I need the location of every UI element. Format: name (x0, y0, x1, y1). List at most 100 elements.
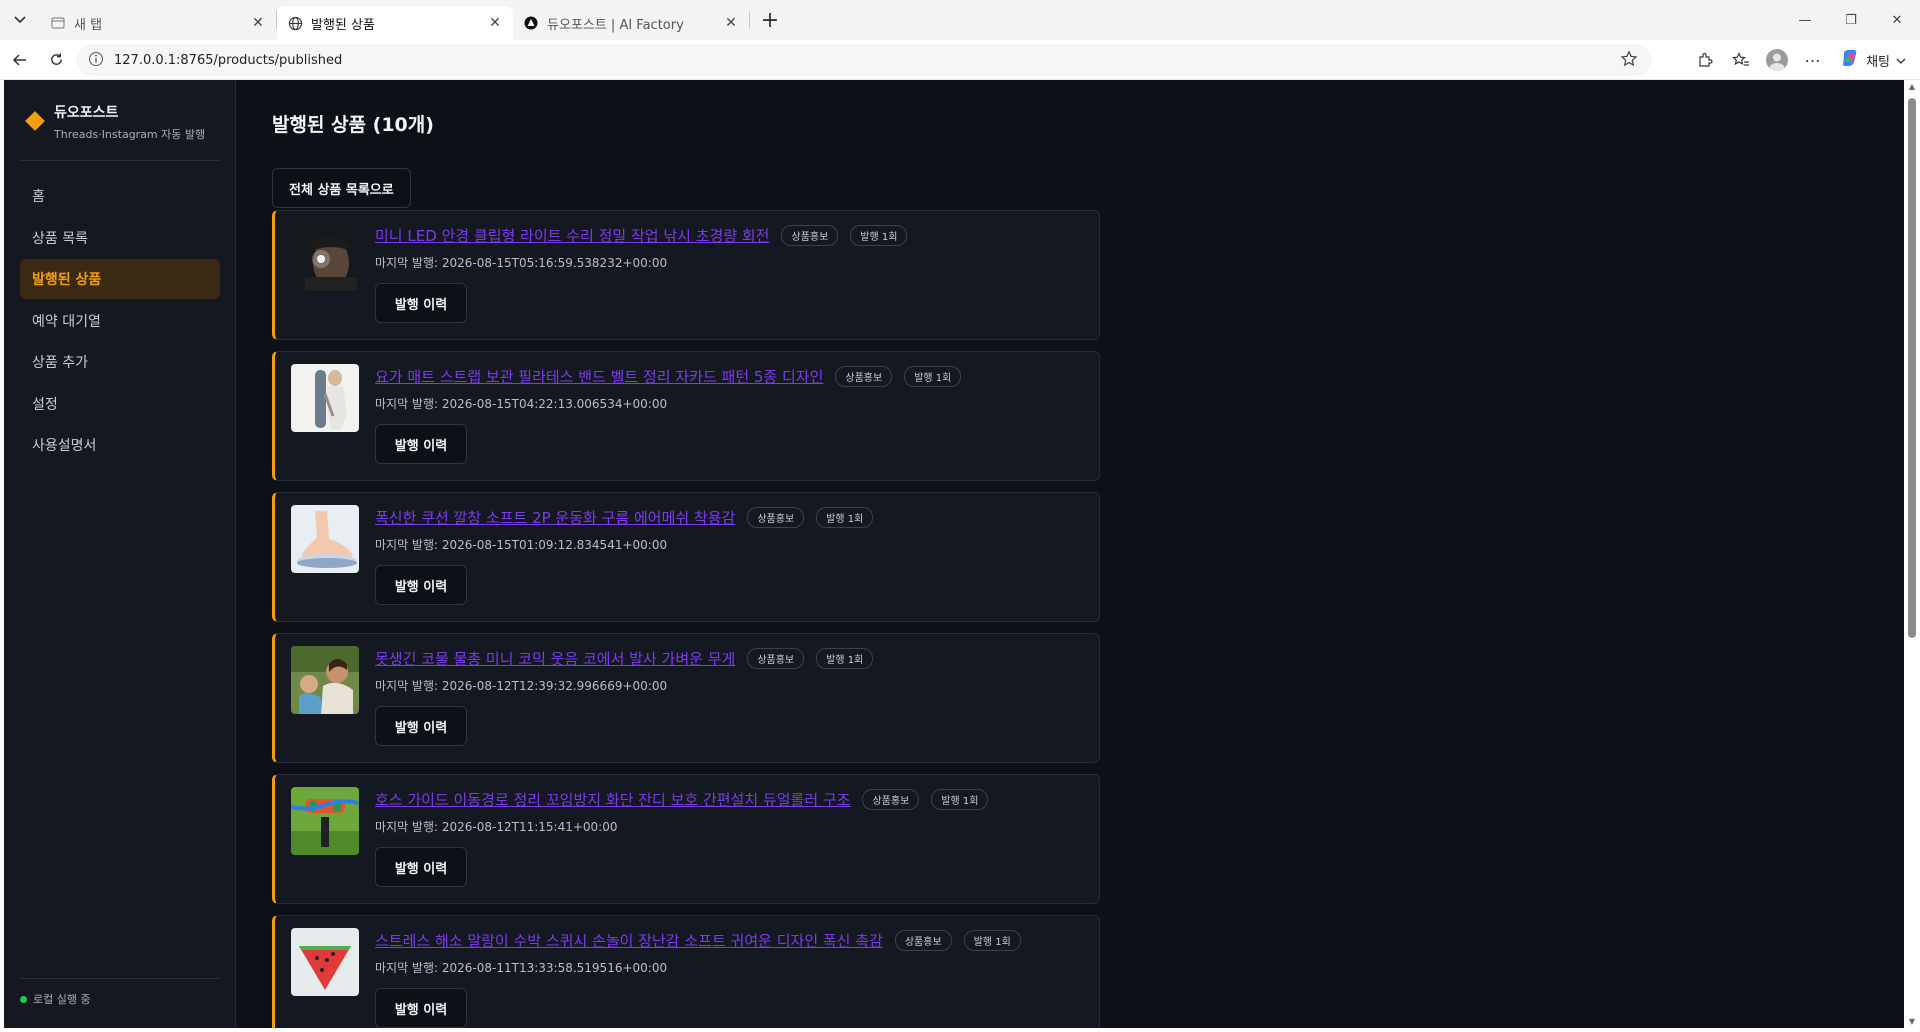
reload-icon[interactable] (38, 44, 74, 76)
sidebar-divider (20, 160, 220, 161)
last-published: 마지막 발행: 2026-08-15T01:09:12.834541+00:00 (375, 536, 1083, 553)
tag-badge: 상품홍보 (781, 225, 839, 246)
nav-home[interactable]: 홈 (20, 176, 220, 216)
close-window-icon[interactable]: ✕ (1874, 0, 1920, 40)
last-published-value: 2026-08-12T11:15:41+00:00 (441, 820, 618, 834)
product-card: 호스 가이드 이동경로 정리 꼬임방지 화단 잔디 보호 간편설치 듀얼롤러 구… (272, 774, 1100, 904)
url-text[interactable]: 127.0.0.1:8765/products/published (114, 53, 1620, 68)
back-arrow-icon[interactable] (2, 44, 38, 76)
page-title: 발행된 상품 (10개) (272, 114, 434, 136)
brand[interactable]: 듀오포스트 Threads·Instagram 자동 발행 (22, 102, 205, 142)
close-tab-icon[interactable]: ✕ (250, 15, 266, 31)
last-published-label: 마지막 발행: (375, 397, 442, 411)
back-to-products-button[interactable]: 전체 상품 목록으로 (272, 168, 411, 208)
nav-manual[interactable]: 사용설명서 (20, 425, 220, 465)
last-published: 마지막 발행: 2026-08-12T11:15:41+00:00 (375, 818, 1083, 835)
tab-title: 듀오포스트 | AI Factory (547, 17, 684, 33)
last-published: 마지막 발행: 2026-08-15T05:16:59.538232+00:00 (375, 254, 1083, 271)
globe-icon (287, 15, 303, 31)
tab-new[interactable]: 새 탭 ✕ (40, 6, 276, 40)
extensions-icon[interactable] (1690, 44, 1720, 76)
product-thumbnail (291, 364, 359, 432)
publish-history-button[interactable]: 발행 이력 (375, 847, 467, 887)
product-thumbnail (291, 223, 359, 291)
product-card: 폭신한 쿠션 깔창 소프트 2P 운동화 구름 에어메쉬 착용감 상품홍보 발행 1… (272, 492, 1100, 622)
tag-badge: 상품홍보 (835, 366, 893, 387)
last-published: 마지막 발행: 2026-08-15T04:22:13.006534+00:00 (375, 395, 1083, 412)
tab-actions-menu-icon[interactable] (0, 0, 40, 40)
last-published-label: 마지막 발행: (375, 961, 442, 975)
product-thumbnail (291, 505, 359, 573)
restore-icon[interactable]: ❐ (1828, 0, 1874, 40)
site-info-icon[interactable] (88, 51, 106, 69)
main-content: 발행된 상품 (10개) 전체 상품 목록으로 미니 LED 안경 클립형 라이… (236, 80, 1904, 1028)
last-published-value: 2026-08-12T12:39:32.996669+00:00 (441, 679, 668, 693)
more-menu-icon[interactable]: ⋯ (1798, 44, 1828, 76)
tab-published[interactable]: 발행된 상품 ✕ (277, 6, 513, 40)
scrollbar-thumb[interactable] (1908, 98, 1916, 638)
product-title-link[interactable]: 요가 매트 스트랩 보관 필라테스 밴드 벨트 정리 자카드 패턴 5종 디자인 (375, 366, 823, 387)
publish-history-button[interactable]: 발행 이력 (375, 988, 467, 1028)
nav-schedule-queue[interactable]: 예약 대기열 (20, 301, 220, 341)
last-published-label: 마지막 발행: (375, 256, 442, 270)
product-card: 미니 LED 안경 클립형 라이트 수리 정밀 작업 낚시 초경량 회전 상품홍보… (272, 210, 1100, 340)
product-title-link[interactable]: 스트레스 해소 말랑이 수박 스퀴시 손놀이 장난감 소프트 귀여운 디자인 폭… (375, 930, 883, 951)
product-thumbnail (291, 787, 359, 855)
tag-badge: 상품홍보 (894, 930, 952, 951)
scroll-up-icon[interactable]: ▲ (1907, 82, 1917, 91)
nav-add-product[interactable]: 상품 추가 (20, 342, 220, 382)
tag-badge: 상품홍보 (747, 648, 805, 669)
publish-history-button[interactable]: 발행 이력 (375, 283, 467, 323)
status-text: 로컬 실행 중 (33, 993, 91, 1006)
nav-product-list[interactable]: 상품 목록 (20, 218, 220, 258)
product-title-link[interactable]: 미니 LED 안경 클립형 라이트 수리 정밀 작업 낚시 초경량 회전 (375, 225, 769, 246)
nav-settings[interactable]: 설정 (20, 384, 220, 424)
toolbar-right: ⋯ 채팅 (1690, 44, 1912, 76)
close-tab-icon[interactable]: ✕ (487, 15, 503, 31)
product-card: 스트레스 해소 말랑이 수박 스퀴시 손놀이 장난감 소프트 귀여운 디자인 폭… (272, 915, 1100, 1028)
profile-icon[interactable] (1762, 44, 1792, 76)
tag-badge: 상품홍보 (862, 789, 920, 810)
publish-count-badge: 발행 1회 (816, 648, 874, 669)
address-bar[interactable]: 127.0.0.1:8765/products/published (76, 44, 1652, 76)
product-title-link[interactable]: 못생긴 코물 물총 미니 코믹 웃음 코에서 발사 가벼운 무게 (375, 648, 735, 669)
publish-history-button[interactable]: 발행 이력 (375, 424, 467, 464)
product-thumbnail (291, 928, 359, 996)
publish-history-button[interactable]: 발행 이력 (375, 706, 467, 746)
last-published-label: 마지막 발행: (375, 820, 442, 834)
scroll-down-icon[interactable]: ▼ (1907, 1017, 1917, 1026)
product-card: 못생긴 코물 물총 미니 코믹 웃음 코에서 발사 가벼운 무게 상품홍보 발행 1… (272, 633, 1100, 763)
product-thumbnail (291, 646, 359, 714)
last-published: 마지막 발행: 2026-08-11T13:33:58.519516+00:00 (375, 959, 1083, 976)
publish-history-button[interactable]: 발행 이력 (375, 565, 467, 605)
favorites-icon[interactable] (1726, 44, 1756, 76)
page-scrollbar[interactable]: ▲ ▼ (1904, 80, 1920, 1028)
publish-count-badge: 발행 1회 (963, 930, 1021, 951)
product-card: 요가 매트 스트랩 보관 필라테스 밴드 벨트 정리 자카드 패턴 5종 디자인… (272, 351, 1100, 481)
copilot-label: 채팅 (1866, 54, 1890, 70)
publish-count-badge: 발행 1회 (816, 507, 874, 528)
brand-subtitle: Threads·Instagram 자동 발행 (54, 128, 206, 141)
ai-factory-icon (523, 15, 539, 31)
tab-ai-factory[interactable]: 듀오포스트 | AI Factory ✕ (513, 6, 749, 40)
product-title-link[interactable]: 폭신한 쿠션 깔창 소프트 2P 운동화 구름 에어메쉬 착용감 (375, 507, 735, 528)
window-controls: — ❐ ✕ (1782, 0, 1920, 40)
close-tab-icon[interactable]: ✕ (723, 15, 739, 31)
new-tab-button[interactable]: + (754, 4, 786, 36)
tab-separator (749, 11, 750, 29)
sidebar: 듀오포스트 Threads·Instagram 자동 발행 홈 상품 목록 발행된 … (4, 80, 236, 1028)
browser-toolbar: 127.0.0.1:8765/products/published ⋯ 채팅 (0, 40, 1920, 80)
chevron-down-icon (1896, 53, 1906, 68)
copilot-chat-button[interactable]: 채팅 (1834, 48, 1912, 72)
product-title-link[interactable]: 호스 가이드 이동경로 정리 꼬임방지 화단 잔디 보호 간편설치 듀얼롤러 구… (375, 789, 850, 810)
brand-name: 듀오포스트 (54, 105, 119, 121)
last-published-value: 2026-08-15T05:16:59.538232+00:00 (441, 256, 668, 270)
publish-count-badge: 발행 1회 (931, 789, 989, 810)
minimize-icon[interactable]: — (1782, 0, 1828, 40)
nav-published-products[interactable]: 발행된 상품 (20, 259, 220, 299)
page-viewport: 듀오포스트 Threads·Instagram 자동 발행 홈 상품 목록 발행된 … (4, 80, 1904, 1028)
favorite-star-icon[interactable] (1620, 50, 1640, 70)
last-published-label: 마지막 발행: (375, 538, 442, 552)
brand-logo-icon (25, 111, 45, 131)
tab-title: 발행된 상품 (311, 17, 375, 33)
